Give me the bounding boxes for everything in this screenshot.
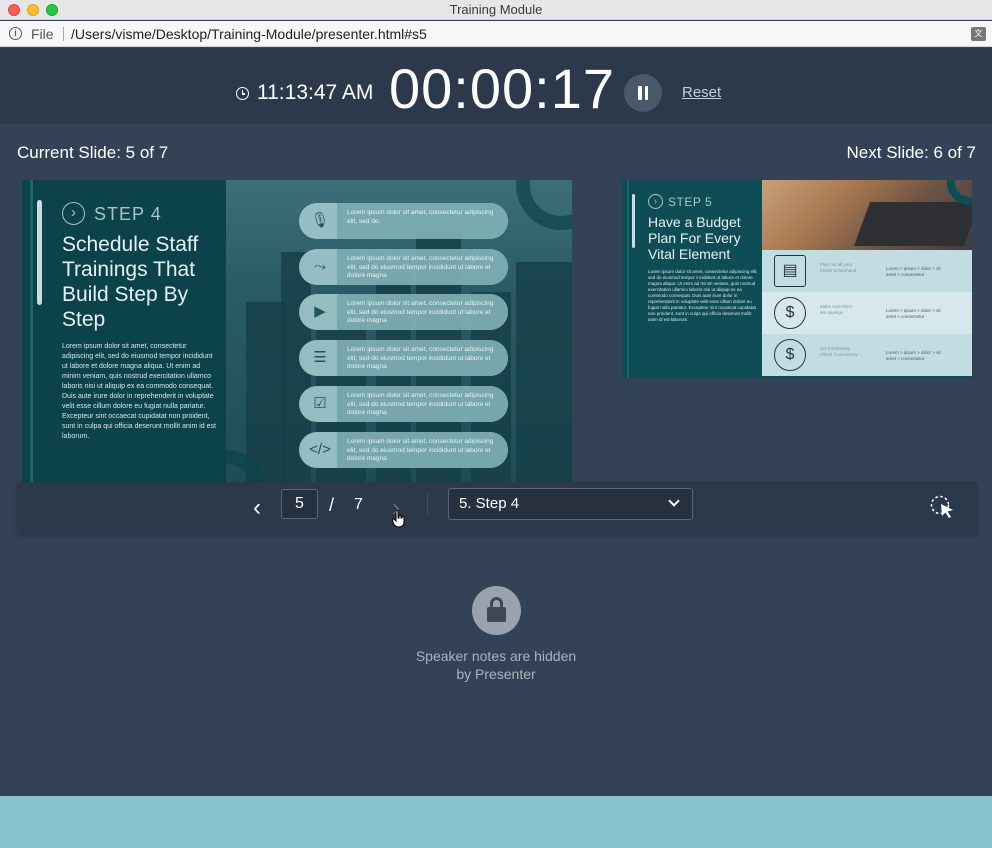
- pause-icon: [638, 86, 642, 100]
- url-scheme-label: File: [31, 26, 54, 42]
- slide-title: Schedule Staff Trainings That Build Step…: [62, 233, 199, 331]
- bottom-band: [0, 796, 992, 848]
- pause-timer-button[interactable]: [624, 74, 662, 112]
- slide-item: ☑ Lorem ipsum dolor sit amet, consectetu…: [299, 386, 508, 422]
- address-bar: i File /Users/visme/Desktop/Training-Mod…: [0, 21, 992, 47]
- next-slide-row: $ Make sure there are savings Lorem > ip…: [762, 292, 972, 334]
- info-icon[interactable]: i: [9, 27, 22, 40]
- pointer-hand-cursor-icon: [392, 510, 405, 528]
- typing-photo: [762, 180, 972, 250]
- laser-pointer-icon[interactable]: [929, 494, 955, 520]
- slide-text-panel: › STEP 4 Schedule Staff Trainings That B…: [22, 180, 226, 482]
- play-video-icon: ▶: [314, 303, 326, 320]
- microphone-icon: 🎙: [310, 212, 330, 229]
- next-slide-step-label: STEP 5: [668, 195, 713, 209]
- selected-slide-label: 5. Step 4: [459, 495, 520, 512]
- slide-body-text: Lorem ipsum dolor sit amet, consectetur …: [62, 343, 216, 440]
- window-title: Training Module: [449, 2, 543, 17]
- window-titlebar: Training Module: [0, 0, 992, 20]
- slide-item: 🎙 Lorem ipsum dolor sit amet, consectetu…: [299, 203, 508, 239]
- reset-timer-link[interactable]: Reset: [682, 84, 721, 101]
- next-slide-row: ▤ Plan out all your needs beforehand Lor…: [762, 250, 972, 292]
- accent-bar: [632, 194, 635, 248]
- equalizer-icon: ☰: [313, 349, 327, 366]
- chevron-right-circle-icon: ›: [648, 194, 663, 209]
- previous-slide-button[interactable]: ‹: [247, 494, 267, 522]
- slide-item: ☰ Lorem ipsum dolor sit amet, consectetu…: [299, 340, 508, 376]
- next-slide-preview: › STEP 5 Have a Budget Plan For Every Vi…: [622, 180, 972, 378]
- next-slide-label: Next Slide: 6 of 7: [846, 143, 976, 162]
- page-number-input[interactable]: 5: [281, 489, 318, 519]
- slide-select-dropdown[interactable]: 5. Step 4: [448, 488, 693, 520]
- current-clock-time: 11:13:47 AM: [257, 81, 374, 104]
- chevron-down-icon: [668, 495, 680, 507]
- slide-item: ⤳ Lorem ipsum dolor sit amet, consectetu…: [299, 249, 508, 285]
- total-pages: 7: [354, 496, 363, 513]
- route-icon: ⤳: [313, 258, 326, 275]
- speaker-notes-hidden-message: Speaker notes are hidden by Presenter: [415, 648, 577, 682]
- page-separator: /: [329, 495, 335, 515]
- current-slide-label: Current Slide: 5 of 7: [17, 143, 169, 162]
- translate-icon[interactable]: 文: [971, 27, 986, 41]
- url-field[interactable]: /Users/visme/Desktop/Training-Module/pre…: [71, 26, 427, 42]
- accent-bar: [37, 200, 42, 305]
- lock-icon: [472, 586, 521, 635]
- next-slide-row: $ Set fundraising efforts if necessary L…: [762, 334, 972, 376]
- clock-icon: [236, 87, 249, 100]
- document-icon: ▤: [774, 255, 806, 287]
- piggy-bank-icon: $: [774, 297, 806, 329]
- slide-step-label: STEP 4: [94, 204, 162, 224]
- dollar-coin-icon: $: [774, 339, 806, 371]
- slide-item: ▶ Lorem ipsum dolor sit amet, consectetu…: [299, 294, 508, 330]
- elapsed-timer: 00:00:17: [389, 57, 615, 120]
- next-slide-title: Have a Budget Plan For Every Vital Eleme…: [648, 214, 741, 262]
- chevron-right-circle-icon: ›: [62, 202, 85, 225]
- slide-item: </> Lorem ipsum dolor sit amet, consecte…: [299, 432, 508, 468]
- checklist-icon: ☑: [313, 395, 327, 412]
- presenter-header: 11:13:47 AM 00:00:17 Reset: [0, 48, 992, 124]
- code-window-icon: </>: [309, 441, 331, 458]
- address-separator: [63, 27, 64, 41]
- toolbar-divider: [427, 492, 428, 516]
- slide-navigation-bar: ‹ 5 / 7 › 5. Step 4: [17, 482, 977, 534]
- current-slide-preview: › STEP 4 Schedule Staff Trainings That B…: [22, 180, 572, 482]
- next-slide-body-text: Lorem ipsum dolor sit amet, consectetur …: [648, 269, 758, 322]
